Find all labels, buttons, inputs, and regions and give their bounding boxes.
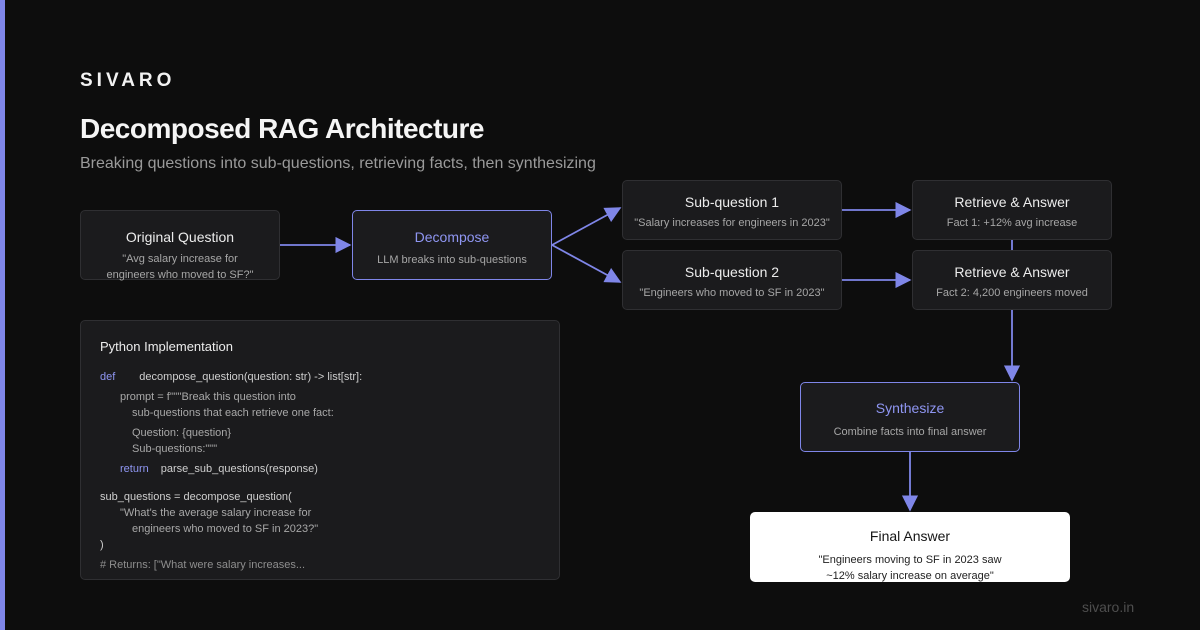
node-title: Original Question	[125, 229, 235, 245]
node-subtitle: "Engineers moving to SF in 2023 saw ~12%…	[751, 552, 1069, 584]
node-sub-question-2: Sub-question 2 "Engineers who moved to S…	[622, 250, 842, 310]
code-line-return: return parse_sub_questions(response)	[120, 463, 318, 475]
code-line: prompt = f"""Break this question into	[120, 391, 296, 403]
node-decompose: Decompose LLM breaks into sub-questions	[352, 210, 552, 280]
code-panel: Python Implementation def decompose_quest…	[80, 320, 560, 580]
code-line: "What's the average salary increase for	[120, 507, 312, 519]
node-retrieve-answer-1: Retrieve & Answer Fact 1: +12% avg incre…	[912, 180, 1112, 240]
code-line: Question: {question}	[132, 427, 232, 439]
code-line: Sub-questions:"""	[132, 443, 218, 455]
page-subtitle: Breaking questions into sub-questions, r…	[80, 155, 596, 172]
code-line: sub-questions that each retrieve one fac…	[132, 407, 334, 419]
arrow-decompose-to-sub1	[551, 207, 622, 246]
code-comment: # Returns: ["What were salary increases.…	[100, 559, 306, 571]
node-subtitle-line: engineers who moved to SF?"	[106, 269, 254, 281]
node-retrieve-answer-2: Retrieve & Answer Fact 2: 4,200 engineer…	[912, 250, 1112, 310]
node-subtitle-line: "Engineers moving to SF in 2023 saw	[818, 554, 1002, 566]
code-keyword: def	[100, 371, 116, 383]
node-subtitle: Fact 1: +12% avg increase	[946, 217, 1078, 229]
code-line: sub_questions = decompose_question(	[100, 491, 292, 503]
node-subtitle: "Avg salary increase for engineers who m…	[81, 251, 279, 283]
arrow-decompose-to-sub2	[551, 244, 622, 283]
node-subtitle: Combine facts into final answer	[833, 426, 987, 438]
node-subtitle: "Salary increases for engineers in 2023"	[634, 217, 830, 229]
code-text: parse_sub_questions(response)	[160, 463, 318, 475]
accent-bar	[0, 0, 5, 630]
brand-logo: SIVARO	[80, 70, 176, 91]
node-title: Retrieve & Answer	[954, 194, 1070, 210]
node-title: Final Answer	[869, 528, 951, 544]
footer-url: sivaro.in	[1082, 599, 1135, 615]
code-keyword: return	[120, 463, 149, 475]
page-title: Decomposed RAG Architecture	[80, 113, 485, 144]
code-line-def: def decompose_question(question: str) -> …	[100, 371, 362, 383]
node-sub-question-1: Sub-question 1 "Salary increases for eng…	[622, 180, 842, 240]
node-subtitle: "Engineers who moved to SF in 2023"	[639, 287, 825, 299]
node-subtitle-line: "Avg salary increase for	[122, 253, 238, 265]
node-title: Synthesize	[875, 400, 945, 416]
node-original-question: Original Question "Avg salary increase f…	[80, 210, 280, 283]
code-panel-title: Python Implementation	[100, 339, 233, 354]
node-title: Sub-question 2	[684, 264, 780, 280]
code-line: engineers who moved to SF in 2023?"	[132, 523, 319, 535]
node-title: Decompose	[414, 229, 490, 245]
node-subtitle: LLM breaks into sub-questions	[377, 254, 527, 266]
node-final-answer: Final Answer "Engineers moving to SF in …	[750, 512, 1070, 582]
node-synthesize: Synthesize Combine facts into final answ…	[800, 382, 1020, 452]
node-title: Sub-question 1	[684, 194, 780, 210]
node-subtitle: Fact 2: 4,200 engineers moved	[936, 287, 1088, 299]
code-text: decompose_question(question: str) -> lis…	[139, 371, 363, 383]
node-title: Retrieve & Answer	[954, 264, 1070, 280]
node-subtitle-line: ~12% salary increase on average"	[826, 570, 994, 582]
code-line: )	[100, 539, 104, 551]
